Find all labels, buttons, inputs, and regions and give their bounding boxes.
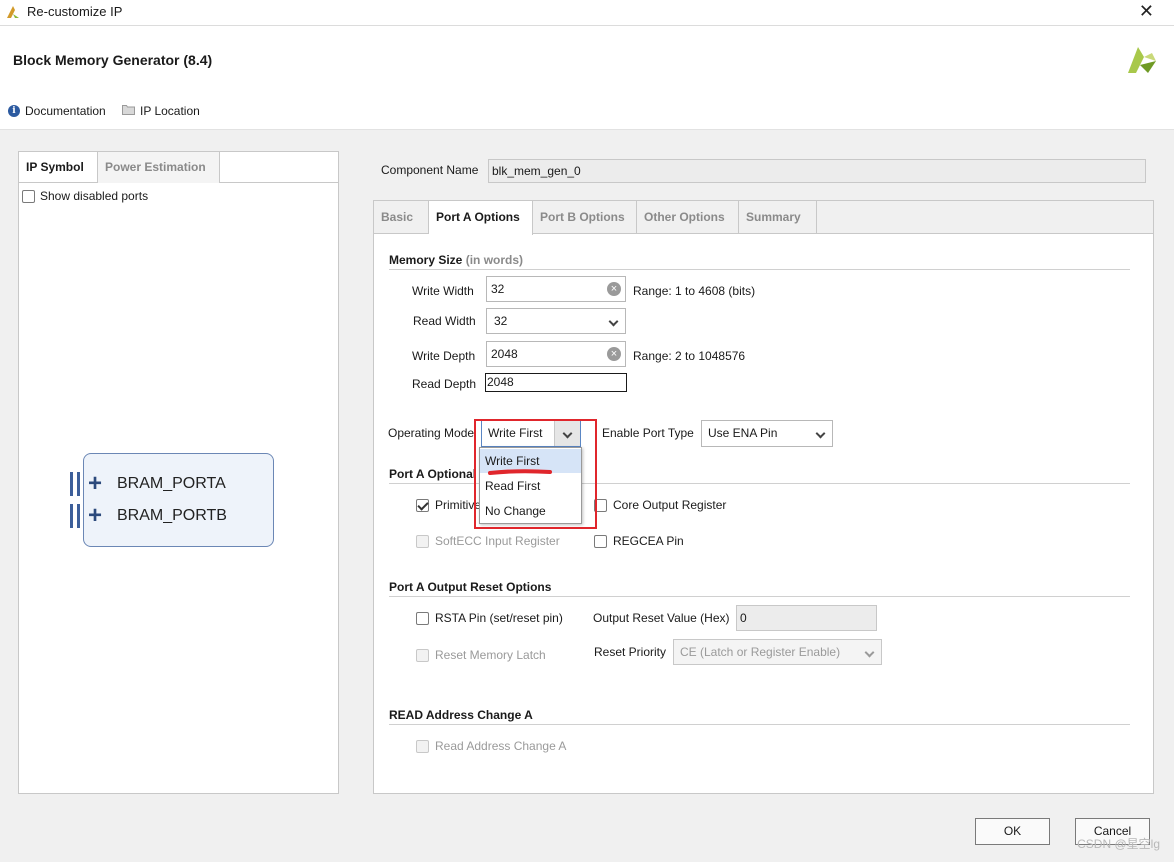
- info-icon: i: [8, 105, 20, 117]
- enable-port-type-label: Enable Port Type: [602, 426, 694, 440]
- core-output-register-checkbox[interactable]: Core Output Register: [594, 498, 726, 512]
- port-bus-icon: [70, 504, 80, 528]
- tab-basic[interactable]: Basic: [374, 201, 429, 234]
- checkbox-box[interactable]: [416, 739, 429, 753]
- write-depth-value: 2048: [491, 347, 518, 361]
- expand-plus-icon[interactable]: +: [88, 504, 102, 528]
- regcea-pin-checkbox[interactable]: REGCEA Pin: [594, 534, 684, 548]
- read-width-value: 32: [494, 314, 508, 328]
- show-disabled-ports-checkbox[interactable]: Show disabled ports: [22, 189, 148, 203]
- read-address-change-title: READ Address Change A: [389, 708, 533, 722]
- checkbox-box[interactable]: [22, 189, 35, 203]
- checkbox-box[interactable]: [594, 534, 607, 548]
- write-width-label: Write Width: [412, 284, 474, 298]
- memory-size-section-title: Memory Size (in words): [389, 253, 523, 267]
- documentation-label: Documentation: [25, 104, 106, 118]
- output-reset-title: Port A Output Reset Options: [389, 580, 552, 594]
- component-name-label: Component Name: [381, 163, 479, 177]
- primitives-output-register-checkbox[interactable]: Primitive: [416, 498, 481, 512]
- section-title: Memory Size: [389, 253, 463, 267]
- highlight-annotation-box: [474, 419, 597, 529]
- title-bar: Re-customize IP ✕: [0, 0, 1174, 26]
- watermark: CSDN @星空lg: [1077, 837, 1160, 851]
- tab-other-options[interactable]: Other Options: [637, 201, 739, 234]
- regcea-label: REGCEA Pin: [613, 534, 684, 548]
- section-divider: [389, 269, 1130, 270]
- write-depth-range: Range: 2 to 1048576: [633, 349, 746, 363]
- read-address-change-label: Read Address Change A: [435, 739, 567, 753]
- options-tab-bar: Basic Port A Options Port B Options Othe…: [374, 201, 1153, 235]
- tab-summary[interactable]: Summary: [739, 201, 817, 234]
- xilinx-logo-icon: [1124, 43, 1160, 80]
- window-title: Re-customize IP: [27, 4, 123, 19]
- header: Block Memory Generator (8.4) i Documenta…: [0, 26, 1174, 130]
- output-reset-value-label: Output Reset Value (Hex): [593, 611, 730, 625]
- write-width-value: 32: [491, 282, 505, 296]
- read-width-select[interactable]: 32: [486, 308, 626, 334]
- reset-priority-label: Reset Priority: [594, 645, 667, 659]
- reset-priority-value: CE (Latch or Register Enable): [680, 645, 841, 659]
- read-depth-field: 2048: [485, 373, 627, 392]
- left-panel: IP Symbol Power Estimation Show disabled…: [18, 151, 339, 794]
- component-name-input[interactable]: blk_mem_gen_0: [488, 159, 1146, 183]
- read-address-change-checkbox[interactable]: Read Address Change A: [416, 739, 566, 753]
- rsta-pin-checkbox[interactable]: RSTA Pin (set/reset pin): [416, 611, 563, 625]
- ok-button[interactable]: OK: [975, 818, 1050, 845]
- reset-priority-select[interactable]: CE (Latch or Register Enable): [673, 639, 882, 665]
- section-divider: [389, 596, 1130, 597]
- rsta-label: RSTA Pin (set/reset pin): [435, 611, 563, 625]
- tab-port-a-options[interactable]: Port A Options: [429, 201, 533, 235]
- folder-icon: [122, 104, 135, 118]
- checkbox-box[interactable]: [416, 648, 429, 662]
- softecc-input-register-checkbox[interactable]: SoftECC Input Register: [416, 534, 560, 548]
- checkbox-box[interactable]: [416, 534, 429, 548]
- clear-icon[interactable]: ×: [607, 347, 621, 361]
- tab-power-estimation[interactable]: Power Estimation: [98, 152, 220, 183]
- write-depth-label: Write Depth: [412, 349, 476, 363]
- read-depth-label: Read Depth: [412, 377, 477, 391]
- core-output-register-label: Core Output Register: [613, 498, 727, 512]
- port-bus-icon: [70, 472, 80, 496]
- ip-location-label: IP Location: [140, 104, 200, 118]
- ip-location-link[interactable]: IP Location: [122, 104, 200, 118]
- write-depth-input[interactable]: 2048 ×: [486, 341, 626, 367]
- expand-plus-icon[interactable]: +: [88, 472, 102, 496]
- close-button[interactable]: ✕: [1139, 1, 1154, 22]
- port-label: BRAM_PORTA: [117, 475, 226, 492]
- output-reset-value-input[interactable]: 0: [736, 605, 877, 631]
- chevron-down-icon: [608, 316, 619, 327]
- reset-memory-latch-label: Reset Memory Latch: [435, 648, 546, 662]
- section-divider: [389, 724, 1130, 725]
- softecc-label: SoftECC Input Register: [435, 534, 560, 548]
- reset-memory-latch-checkbox[interactable]: Reset Memory Latch: [416, 648, 546, 662]
- operating-mode-label: Operating Mode: [388, 426, 475, 440]
- clear-icon[interactable]: ×: [607, 282, 621, 296]
- chevron-down-icon: [864, 647, 875, 658]
- enable-port-type-select[interactable]: Use ENA Pin: [701, 420, 833, 447]
- show-disabled-ports-label: Show disabled ports: [40, 189, 149, 203]
- read-width-label: Read Width: [413, 314, 476, 328]
- ip-symbol-block: + BRAM_PORTA + BRAM_PORTB: [70, 453, 274, 547]
- checkbox-box[interactable]: [416, 611, 429, 625]
- tab-ip-symbol[interactable]: IP Symbol: [19, 152, 98, 183]
- enable-port-type-value: Use ENA Pin: [708, 426, 778, 440]
- write-width-input[interactable]: 32 ×: [486, 276, 626, 302]
- port-label: BRAM_PORTB: [117, 507, 227, 524]
- ip-name: Block Memory Generator (8.4): [13, 52, 213, 68]
- chevron-down-icon: [815, 428, 826, 439]
- documentation-link[interactable]: i Documentation: [8, 104, 106, 118]
- write-width-range: Range: 1 to 4608 (bits): [633, 284, 756, 298]
- tab-port-b-options[interactable]: Port B Options: [533, 201, 637, 234]
- xilinx-logo-icon: [5, 4, 21, 23]
- checkbox-box[interactable]: [416, 498, 429, 512]
- left-tab-bar: IP Symbol Power Estimation: [19, 152, 338, 183]
- section-title-suffix: (in words): [465, 253, 524, 267]
